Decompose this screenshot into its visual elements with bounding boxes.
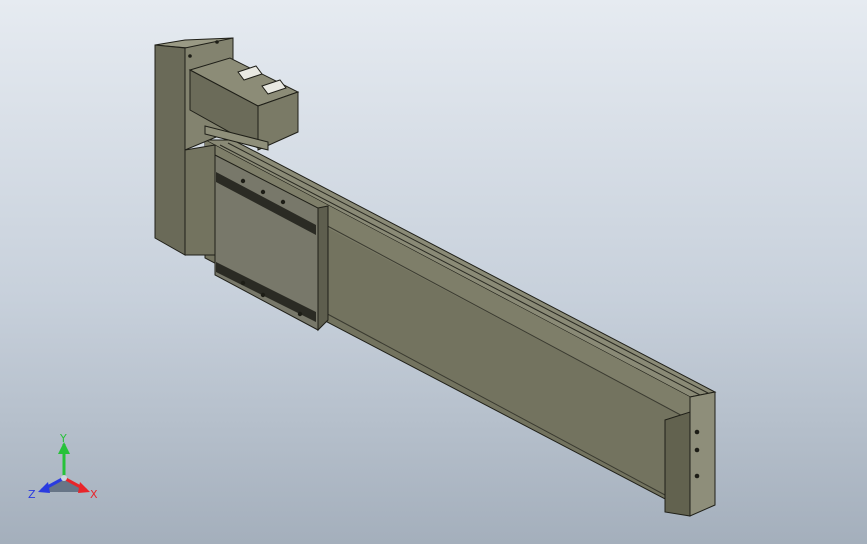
carriage-bolt bbox=[240, 280, 246, 286]
y-axis-label: Y bbox=[59, 432, 67, 445]
z-axis-label: Z bbox=[28, 488, 36, 501]
carriage-side bbox=[317, 205, 329, 332]
3d-viewport[interactable]: Y X Z bbox=[0, 0, 867, 544]
carriage-bolt bbox=[280, 199, 286, 205]
linear-actuator-model[interactable] bbox=[0, 0, 867, 544]
mount-block-front bbox=[154, 44, 186, 256]
triad-origin bbox=[61, 475, 67, 481]
z-axis-arrow bbox=[38, 482, 50, 493]
end-cap-hole bbox=[694, 473, 700, 479]
mount-screw bbox=[188, 54, 192, 58]
x-axis-arrow bbox=[78, 482, 90, 493]
carriage-bolt bbox=[240, 178, 246, 184]
mount-block-lower bbox=[184, 144, 216, 256]
rail-end-cap-side bbox=[664, 411, 691, 517]
rail-end-cap bbox=[689, 391, 716, 517]
carriage-bolt bbox=[260, 189, 266, 195]
end-cap-hole bbox=[694, 429, 700, 435]
orientation-triad: Y X Z bbox=[28, 432, 98, 501]
carriage-bolt bbox=[297, 311, 303, 317]
mount-screw bbox=[215, 40, 219, 44]
end-cap-hole bbox=[694, 447, 700, 453]
x-axis-label: X bbox=[90, 488, 98, 501]
carriage-bolt bbox=[260, 292, 266, 298]
